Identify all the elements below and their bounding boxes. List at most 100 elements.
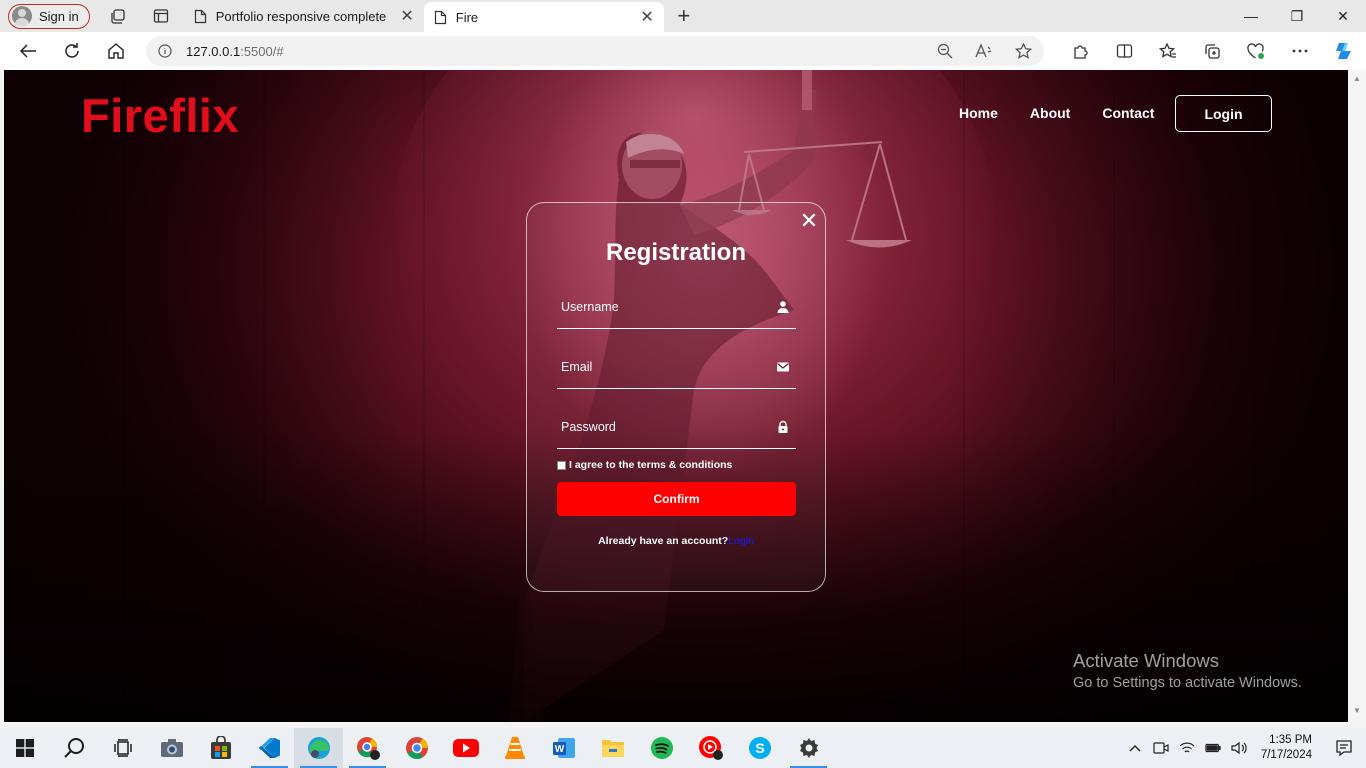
- tab-close-icon[interactable]: ✕: [400, 6, 413, 26]
- notification-icon[interactable]: [1322, 728, 1366, 768]
- user-icon: [777, 301, 789, 313]
- favorites-button[interactable]: [1146, 33, 1190, 69]
- back-button[interactable]: [6, 33, 50, 69]
- system-tray: 1:35 PM 7/17/2024: [1127, 728, 1366, 768]
- back-arrow-icon: [19, 44, 36, 58]
- extensions-button[interactable]: [1058, 33, 1102, 69]
- home-icon: [108, 43, 124, 59]
- clock[interactable]: 1:35 PM 7/17/2024: [1261, 733, 1312, 763]
- file-explorer-icon[interactable]: [588, 728, 637, 768]
- home-button[interactable]: [94, 33, 138, 69]
- nav-about-link[interactable]: About: [1030, 105, 1070, 121]
- tab-fire[interactable]: Fire ✕: [423, 2, 664, 32]
- avatar-icon: [12, 6, 32, 26]
- close-window-button[interactable]: ✕: [1320, 0, 1366, 32]
- settings-icon[interactable]: [784, 728, 833, 768]
- scroll-up-icon[interactable]: ▲: [1353, 74, 1361, 83]
- skype-icon[interactable]: S: [735, 728, 784, 768]
- watermark-title: Activate Windows: [1073, 650, 1219, 671]
- window-controls: — ❐ ✕: [1228, 0, 1366, 32]
- volume-icon[interactable]: [1231, 740, 1247, 756]
- meet-now-icon[interactable]: [1153, 740, 1169, 756]
- clock-date: 7/17/2024: [1260, 749, 1312, 761]
- nav-home-link[interactable]: Home: [959, 105, 998, 121]
- login-link[interactable]: Login: [728, 535, 754, 547]
- url-host: 127.0.0.1: [186, 43, 241, 59]
- puzzle-icon: [1073, 44, 1088, 59]
- site-logo[interactable]: Fireflix: [81, 88, 239, 143]
- heart-pulse-icon: [1247, 42, 1264, 59]
- split-screen-icon: [1116, 44, 1132, 58]
- vscode-icon[interactable]: [245, 728, 294, 768]
- registration-modal: ✕ Registration I agree to the terms & co…: [526, 202, 826, 592]
- maximize-button[interactable]: ❐: [1274, 0, 1320, 32]
- nav-login-button[interactable]: Login: [1175, 95, 1272, 132]
- main-nav: Home About Contact: [959, 105, 1186, 121]
- browser-tab-strip: Sign in Portfolio responsive complete ✕ …: [0, 0, 1366, 32]
- task-view-icon[interactable]: [98, 728, 147, 768]
- email-input[interactable]: [557, 349, 767, 385]
- mail-icon: [777, 362, 789, 372]
- word-icon[interactable]: W: [539, 728, 588, 768]
- vlc-icon[interactable]: [490, 728, 539, 768]
- camera-icon[interactable]: [147, 728, 196, 768]
- browser-toolbar: 127.0.0.1:5500/#: [0, 32, 1366, 70]
- start-icon[interactable]: [0, 728, 49, 768]
- close-icon[interactable]: ✕: [798, 210, 820, 232]
- store-icon[interactable]: [196, 728, 245, 768]
- info-icon[interactable]: [158, 44, 172, 58]
- edge-icon[interactable]: [294, 728, 343, 768]
- nav-contact-link[interactable]: Contact: [1102, 105, 1154, 121]
- username-field: [557, 289, 796, 329]
- confirm-button[interactable]: Confirm: [557, 482, 796, 516]
- profile-label: Sign in: [39, 8, 79, 24]
- copilot-icon: [1336, 43, 1351, 59]
- login-prompt-text: Already have an account?: [598, 535, 729, 547]
- battery-icon[interactable]: [1205, 740, 1221, 756]
- split-screen-button[interactable]: [1102, 33, 1146, 69]
- tab-portfolio[interactable]: Portfolio responsive complete ✕: [184, 0, 424, 32]
- tab-title: Portfolio responsive complete: [215, 8, 387, 24]
- minimize-button[interactable]: —: [1228, 0, 1274, 32]
- login-prompt: Already have an account?Login: [527, 535, 825, 547]
- youtube-icon[interactable]: [441, 728, 490, 768]
- page-viewport: Fireflix Home About Contact Login ✕ Regi…: [4, 70, 1348, 722]
- spotify-icon[interactable]: [637, 728, 686, 768]
- read-aloud-icon[interactable]: [975, 43, 993, 59]
- clock-time: 1:35 PM: [1269, 734, 1312, 746]
- password-input[interactable]: [557, 409, 767, 445]
- lock-icon: [778, 420, 788, 433]
- search-icon[interactable]: [49, 728, 98, 768]
- workspaces-icon[interactable]: [102, 1, 136, 31]
- address-bar[interactable]: 127.0.0.1:5500/#: [146, 36, 1044, 66]
- youtube-music-icon[interactable]: [686, 728, 735, 768]
- password-field: [557, 409, 796, 449]
- chevron-up-icon[interactable]: [1127, 740, 1143, 756]
- chrome-icon[interactable]: [392, 728, 441, 768]
- refresh-icon: [65, 43, 79, 58]
- scroll-down-icon[interactable]: ▼: [1353, 706, 1361, 715]
- vertical-tabs-icon[interactable]: [144, 1, 178, 31]
- browser-essentials-button[interactable]: [1234, 33, 1278, 69]
- copilot-button[interactable]: [1322, 33, 1366, 69]
- collections-icon: [1204, 43, 1220, 59]
- zoom-out-icon[interactable]: [937, 43, 953, 59]
- new-tab-button[interactable]: +: [668, 1, 700, 31]
- svg-text:W: W: [554, 744, 564, 755]
- wifi-icon[interactable]: [1179, 740, 1195, 756]
- collections-button[interactable]: [1190, 33, 1234, 69]
- chrome-profile-icon[interactable]: [343, 728, 392, 768]
- favorites-icon: [1159, 42, 1176, 58]
- watermark-subtitle: Go to Settings to activate Windows.: [1073, 675, 1302, 691]
- username-input[interactable]: [557, 289, 767, 325]
- profile-button[interactable]: Sign in: [8, 3, 90, 29]
- more-menu-button[interactable]: [1278, 33, 1322, 69]
- page-scrollbar[interactable]: ▲ ▼: [1348, 70, 1366, 722]
- tab-title: Fire: [455, 9, 479, 25]
- tab-close-icon[interactable]: ✕: [640, 7, 653, 27]
- terms-label[interactable]: I agree to the terms & conditions: [569, 459, 732, 471]
- email-field: [557, 349, 796, 389]
- favorite-star-icon[interactable]: [1015, 43, 1032, 59]
- terms-checkbox[interactable]: [557, 460, 566, 470]
- refresh-button[interactable]: [50, 33, 94, 69]
